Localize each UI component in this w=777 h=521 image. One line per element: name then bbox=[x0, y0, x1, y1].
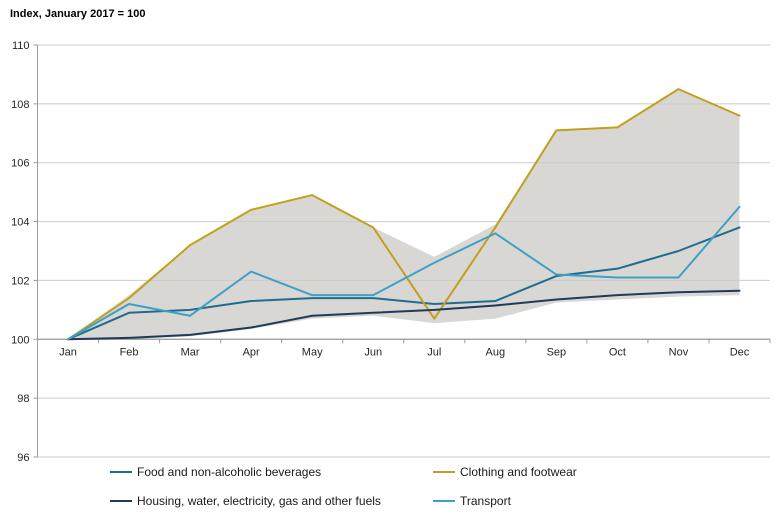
legend-label: Housing, water, electricity, gas and oth… bbox=[137, 494, 381, 508]
chart-page: Index, January 2017 = 100 96981001021041… bbox=[0, 0, 777, 521]
legend-swatch bbox=[433, 471, 455, 473]
y-tick-label: 104 bbox=[11, 217, 29, 229]
legend-label: Clothing and footwear bbox=[460, 465, 577, 479]
chart-legend: Food and non-alcoholic beverages Clothing… bbox=[110, 464, 577, 508]
x-tick-label: Jul bbox=[427, 346, 441, 358]
x-tick-label: May bbox=[302, 346, 323, 358]
legend-item: Housing, water, electricity, gas and oth… bbox=[110, 493, 433, 508]
x-tick-label: Apr bbox=[243, 346, 260, 358]
y-tick-label: 110 bbox=[12, 40, 30, 52]
legend-item: Food and non-alcoholic beverages bbox=[110, 464, 433, 479]
x-tick-label: Jan bbox=[59, 346, 77, 358]
y-tick-label: 98 bbox=[17, 393, 29, 405]
y-tick-label: 96 bbox=[17, 452, 29, 464]
x-tick-label: Dec bbox=[730, 346, 750, 358]
legend-label: Transport bbox=[460, 494, 511, 508]
x-tick-label: Aug bbox=[486, 346, 506, 358]
y-tick-label: 108 bbox=[11, 99, 29, 111]
legend-label: Food and non-alcoholic beverages bbox=[137, 465, 321, 479]
legend-swatch bbox=[110, 471, 132, 473]
chart-svg: 96 98 100 102 104 106 108 110 Jan Feb Mar Apr May Jun… bbox=[0, 0, 777, 521]
legend-swatch bbox=[433, 500, 455, 502]
y-tick-label: 100 bbox=[11, 334, 29, 346]
x-tick-label: Feb bbox=[120, 346, 139, 358]
x-tick-label: Sep bbox=[547, 346, 567, 358]
x-tick-label: Oct bbox=[609, 346, 626, 358]
legend-swatch bbox=[110, 500, 132, 502]
x-tick-label: Jun bbox=[364, 346, 382, 358]
legend-item: Transport bbox=[433, 493, 577, 508]
x-tick-label: Mar bbox=[181, 346, 200, 358]
y-tick-label: 102 bbox=[11, 275, 29, 287]
legend-item: Clothing and footwear bbox=[433, 464, 577, 479]
x-tick-label: Nov bbox=[669, 346, 689, 358]
y-tick-label: 106 bbox=[11, 158, 29, 170]
